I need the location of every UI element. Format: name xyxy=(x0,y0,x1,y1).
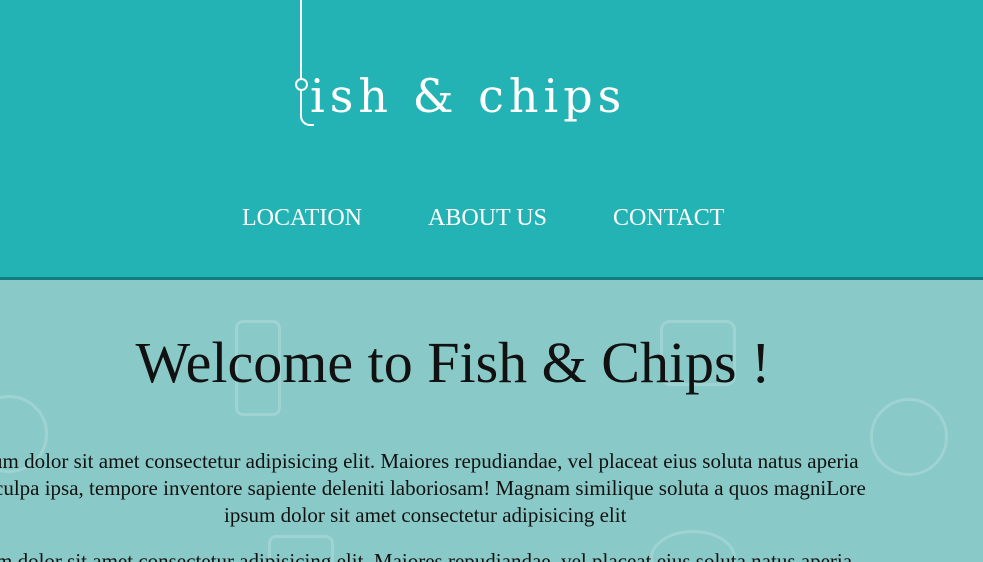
nav-location-link[interactable]: LOCATION xyxy=(242,203,362,233)
paragraph-line: ipsum dolor sit amet consectetur adipisi… xyxy=(224,503,627,527)
fishing-line-icon xyxy=(300,0,302,78)
paragraph-line: m dolor sit amet consectetur adipisicing… xyxy=(0,549,853,562)
site-logo[interactable]: ish & chips xyxy=(310,68,626,124)
nav-about-us-link[interactable]: ABOUT US xyxy=(428,203,547,233)
paragraph-line: culpa ipsa, tempore inventore sapiente d… xyxy=(0,476,866,500)
paragraph-line: um dolor sit amet consectetur adipisicin… xyxy=(0,449,859,473)
site-header: ish & chips LOCATION ABOUT US CONTACT xyxy=(0,0,983,280)
main-nav: LOCATION ABOUT US CONTACT xyxy=(0,203,983,233)
main-content: Welcome to Fish & Chips ! um dolor sit a… xyxy=(0,280,983,562)
nav-contact-link[interactable]: CONTACT xyxy=(613,203,724,233)
page-title: Welcome to Fish & Chips ! xyxy=(135,330,771,395)
clock-watermark-icon xyxy=(870,398,948,476)
